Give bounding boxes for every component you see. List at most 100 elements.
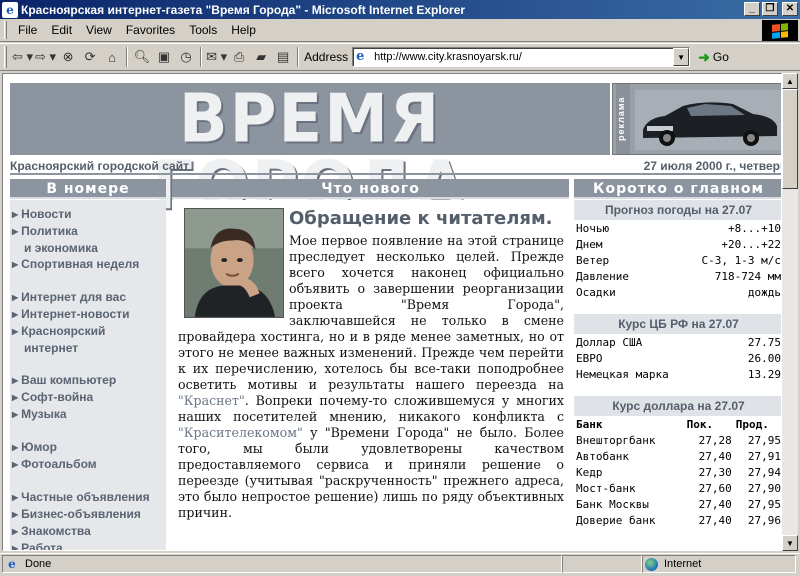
menu-edit[interactable]: Edit [44, 23, 79, 37]
edit-icon[interactable]: ▰ [251, 46, 271, 68]
table-cell: Банк Москвы [576, 497, 649, 511]
nav-item[interactable]: ▶ Юмор [12, 439, 166, 456]
cb-rates-table: Доллар США 27.75 ЕВРО 26.00 Немецкая марка 13… [574, 334, 781, 382]
nav-item[interactable]: ▶ Частные объявления [12, 489, 166, 506]
table-cell: ЕВРО [576, 351, 603, 365]
right-sidebar: Прогноз погоды на 27.07 Ночью +8...+10 Дне… [574, 200, 781, 550]
scroll-up-icon[interactable]: ▲ [782, 73, 798, 89]
nav-item-label: Знакомства [21, 524, 91, 538]
go-button[interactable]: ➜ Go [698, 49, 729, 66]
nav-item[interactable]: ▶ Новости [12, 206, 166, 223]
address-input[interactable]: e http://www.city.krasnoyarsk.ru/ ▼ [352, 47, 691, 67]
weather-title: Прогноз погоды на 27.07 [574, 200, 781, 220]
table-cell: 27,60 [698, 481, 732, 495]
menu-grip [4, 21, 7, 39]
maximize-button[interactable]: ❐ [762, 2, 778, 16]
address-value: http://www.city.krasnoyarsk.ru/ [374, 51, 522, 63]
home-icon[interactable]: ⌂ [102, 46, 122, 68]
nav-item[interactable]: ▶ Интернет-новости [12, 306, 166, 323]
nav-item[interactable]: ▶ Фотоальбом [12, 456, 166, 473]
discuss-icon[interactable]: ▤ [273, 46, 293, 68]
table-header-row: Банк Пок. Прод. [574, 416, 781, 432]
dollar-rates-table: Банк Пок. Прод. Внешторгбанк 27,28 27,95 Автоб… [574, 416, 781, 528]
toolbar-separator [297, 47, 300, 67]
nav-item[interactable]: ▶ Бизнес-объявления [12, 506, 166, 523]
status-bar: e Done Internet [0, 553, 800, 574]
security-zone-pane: Internet [642, 555, 796, 573]
table-row: Давление 718-724 мм [574, 268, 781, 284]
search-icon[interactable]: 🔍︎ [132, 46, 152, 68]
bullet-arrow-icon: ▶ [12, 310, 19, 319]
scroll-down-icon[interactable]: ▼ [782, 535, 798, 551]
menu-file[interactable]: File [11, 23, 44, 37]
menu-help[interactable]: Help [224, 23, 263, 37]
scroll-thumb[interactable] [782, 89, 798, 189]
nav-item-label: Красноярский [21, 324, 106, 338]
table-row: Осадки дождь [574, 284, 781, 300]
forward-arrow-icon[interactable]: ⇨ ▾ [35, 46, 56, 68]
link-krasnet[interactable]: "Краснет" [178, 393, 245, 408]
column-header: Прод. [735, 417, 769, 431]
left-column-heading: В номере [10, 179, 166, 199]
column-header: Банк [576, 417, 603, 431]
nav-item[interactable]: ▶ Спортивная неделя [12, 256, 166, 273]
nav-item-label: Частные объявления [21, 490, 150, 504]
nav-item-label: Интернет для вас [21, 290, 127, 304]
mail-icon[interactable]: ✉ ▾ [206, 46, 227, 68]
bullet-arrow-icon: ▶ [12, 327, 19, 336]
window-title-bar[interactable]: e Красноярская интернет-газета "Время Го… [0, 0, 800, 19]
bullet-arrow-icon: ▶ [12, 527, 19, 536]
back-arrow-icon[interactable]: ⇦ ▾ [12, 46, 33, 68]
favorites-icon[interactable]: ▣ [154, 46, 174, 68]
address-dropdown-icon[interactable]: ▼ [673, 48, 690, 66]
table-cell: Давление [576, 269, 629, 283]
table-cell: Ночью [576, 221, 610, 235]
refresh-icon[interactable]: ⟳ [80, 46, 100, 68]
nav-item[interactable]: ▶ Политика [12, 223, 166, 240]
menu-tools[interactable]: Tools [182, 23, 224, 37]
table-cell: 27,96 [747, 513, 781, 527]
nav-item[interactable]: ▶ Работа [12, 540, 166, 550]
menu-favorites[interactable]: Favorites [119, 23, 182, 37]
nav-item[interactable]: интернет [12, 340, 166, 356]
link-krastelecom[interactable]: "Красителекомом" [178, 425, 303, 440]
page-icon: e [356, 49, 365, 64]
table-cell: Ветер [576, 253, 610, 267]
menu-view[interactable]: View [79, 23, 119, 37]
nav-item-label: Новости [21, 207, 72, 221]
page-viewport: ВРЕМЯ ГОРОДА реклама Красноярский городс… [2, 73, 782, 551]
nav-item-label: Софт-война [21, 390, 94, 404]
minimize-button[interactable]: _ [744, 2, 760, 16]
nav-item[interactable]: ▶ Ваш компьютер [12, 372, 166, 389]
photo-spacer [178, 233, 289, 329]
nav-item-label: интернет [24, 341, 79, 355]
bullet-arrow-icon: ▶ [12, 410, 19, 419]
advertisement-banner[interactable]: реклама [612, 83, 781, 155]
toolbar-separator [200, 47, 203, 67]
toolbar-separator [126, 47, 129, 67]
masthead-logo[interactable]: ВРЕМЯ ГОРОДА [10, 83, 610, 220]
ad-label: реклама [616, 84, 630, 154]
close-button[interactable]: ✕ [782, 2, 798, 16]
nav-item[interactable]: ▶ Музыка [12, 406, 166, 423]
nav-item[interactable]: ▶ Интернет для вас [12, 289, 166, 306]
nav-item[interactable]: ▶ Красноярский [12, 323, 166, 340]
history-icon[interactable]: ◷ [176, 46, 196, 68]
stop-icon[interactable]: ⊗ [58, 46, 78, 68]
nav-item[interactable]: ▶ Знакомства [12, 523, 166, 540]
vertical-scrollbar[interactable]: ▲ ▼ [782, 73, 798, 551]
bullet-arrow-icon: ▶ [12, 376, 19, 385]
table-cell: 27,95 [747, 497, 781, 511]
article-title[interactable]: Обращение к читателям. [289, 208, 569, 229]
nav-item[interactable]: ▶ Софт-война [12, 389, 166, 406]
go-arrow-icon: ➜ [698, 48, 710, 65]
status-text: Done [25, 558, 52, 570]
print-icon[interactable]: ⎙ [229, 46, 249, 68]
bullet-arrow-icon: ▶ [12, 260, 19, 269]
nav-item[interactable]: и экономика [12, 240, 166, 256]
toolbar-grip [4, 46, 7, 68]
go-label: Go [712, 50, 729, 64]
site-subheading: Красноярский городской сайт 27 июля 2000… [10, 159, 781, 175]
